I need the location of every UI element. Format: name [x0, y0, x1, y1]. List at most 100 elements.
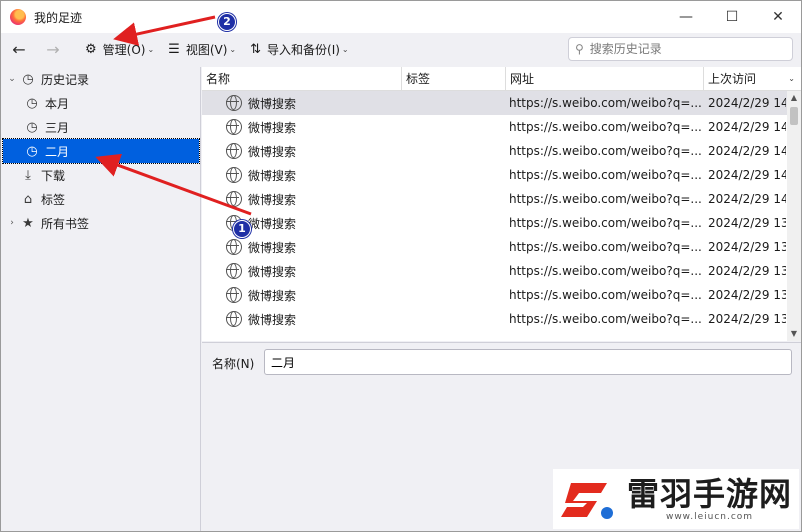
tree-item-label: 下载: [41, 168, 66, 183]
row-url: https://s.weibo.com/weibo?q=...: [509, 216, 702, 230]
globe-icon: [226, 191, 242, 207]
view-menu-label: 视图(V): [185, 42, 228, 57]
search-history-input[interactable]: [589, 42, 780, 56]
twisty-expanded-icon[interactable]: ⌄: [5, 74, 19, 84]
row-name: 微博搜索: [248, 288, 297, 303]
globe-icon: [226, 239, 242, 255]
row-name: 微博搜索: [248, 312, 297, 327]
scrollbar-thumb[interactable]: [790, 107, 798, 125]
row-date: 2024/2/29 13: [708, 312, 786, 326]
gear-icon: ⚙: [85, 41, 97, 57]
search-icon: ⚲: [575, 42, 584, 56]
row-name: 微博搜索: [248, 240, 297, 255]
row-date: 2024/2/29 14: [708, 144, 786, 158]
arrow-left-icon: ←: [12, 39, 26, 59]
tree-item-this-month[interactable]: ◷ 本月: [23, 91, 199, 115]
library-window: 我的足迹 — ☐ ✕ ← → ⚙ 管理(O) ⌄ ☰ 视图(V) ⌄ ⇅ 导入和…: [0, 0, 802, 532]
download-icon: ⤓: [25, 167, 31, 183]
back-button[interactable]: ←: [9, 37, 29, 61]
tag-icon: ⌂: [23, 191, 33, 207]
row-url: https://s.weibo.com/weibo?q=...: [509, 168, 702, 182]
column-header-tags[interactable]: 标签: [402, 67, 506, 91]
minimize-button[interactable]: —: [663, 1, 709, 33]
chevron-down-icon: ⌄: [341, 44, 349, 54]
tree-item-label: 所有书签: [41, 216, 90, 231]
sort-descending-icon: ⌄: [788, 74, 795, 83]
table-row[interactable]: 微博搜索 https://s.weibo.com/weibo?q=... 202…: [202, 235, 787, 259]
import-backup-label: 导入和备份(I): [267, 42, 340, 57]
column-header-name[interactable]: 名称: [202, 67, 402, 91]
table-row[interactable]: 微博搜索 https://s.weibo.com/weibo?q=... 202…: [202, 307, 787, 331]
row-name: 微博搜索: [248, 120, 297, 135]
row-name: 微博搜索: [248, 144, 297, 159]
row-url: https://s.weibo.com/weibo?q=...: [509, 96, 702, 110]
list-icon: ☰: [168, 41, 180, 57]
row-url: https://s.weibo.com/weibo?q=...: [509, 240, 702, 254]
row-date: 2024/2/29 13: [708, 240, 786, 254]
row-url: https://s.weibo.com/weibo?q=...: [509, 312, 702, 326]
clock-icon: ◷: [26, 119, 38, 135]
row-date: 2024/2/29 14: [708, 120, 786, 134]
forward-button[interactable]: →: [43, 37, 63, 61]
table-row[interactable]: 微博搜索 https://s.weibo.com/weibo?q=... 202…: [202, 211, 787, 235]
chevron-down-icon: ⌄: [147, 44, 155, 54]
row-name: 微博搜索: [248, 192, 297, 207]
close-button[interactable]: ✕: [755, 1, 801, 33]
tree-item-tags[interactable]: ⌂ 标签: [19, 187, 199, 211]
tree-item-label: 本月: [45, 96, 70, 111]
search-history-box[interactable]: ⚲: [568, 37, 793, 61]
row-url: https://s.weibo.com/weibo?q=...: [509, 264, 702, 278]
annotation-badge-1: 1: [233, 220, 251, 238]
clock-icon: ◷: [26, 95, 38, 111]
watermark-url: www.leiucn.com: [665, 512, 754, 522]
row-date: 2024/2/29 13: [708, 288, 786, 302]
clock-icon: ◷: [26, 143, 38, 159]
row-name: 微博搜索: [248, 96, 297, 111]
globe-icon: [226, 287, 242, 303]
tree-item-history[interactable]: ⌄ ◷ 历史记录: [5, 67, 199, 91]
name-field-label: 名称(N): [212, 357, 255, 371]
toolbar: ← → ⚙ 管理(O) ⌄ ☰ 视图(V) ⌄ ⇅ 导入和备份(I) ⌄ ⚲: [1, 33, 801, 65]
row-date: 2024/2/29 13: [708, 264, 786, 278]
chevron-down-icon: ⌄: [229, 44, 237, 54]
import-backup-menu-button[interactable]: ⇅ 导入和备份(I) ⌄: [250, 37, 349, 61]
watermark: 雷羽手游网 www.leiucn.com: [553, 469, 799, 529]
column-header-url[interactable]: 网址: [506, 67, 704, 91]
table-row[interactable]: 微博搜索 https://s.weibo.com/weibo?q=... 202…: [202, 115, 787, 139]
tree-item-downloads[interactable]: ⤓ 下载: [19, 163, 199, 187]
twisty-collapsed-icon[interactable]: ›: [5, 218, 19, 228]
scroll-up-icon[interactable]: ▲: [787, 91, 801, 105]
arrow-right-icon: →: [46, 39, 60, 59]
star-icon: ★: [22, 215, 34, 231]
tree-item-label: 二月: [45, 144, 70, 159]
name-field[interactable]: [264, 349, 792, 375]
scroll-down-icon[interactable]: ▼: [787, 327, 801, 341]
table-row[interactable]: 微博搜索 https://s.weibo.com/weibo?q=... 202…: [202, 259, 787, 283]
row-date: 2024/2/29 13: [708, 216, 786, 230]
globe-icon: [226, 311, 242, 327]
manage-menu-button[interactable]: ⚙ 管理(O) ⌄: [85, 37, 154, 61]
table-row[interactable]: 微博搜索 https://s.weibo.com/weibo?q=... 202…: [202, 187, 787, 211]
table-row[interactable]: 微博搜索 https://s.weibo.com/weibo?q=... 202…: [202, 139, 787, 163]
view-menu-button[interactable]: ☰ 视图(V) ⌄: [168, 37, 236, 61]
watermark-name: 雷羽手游网: [627, 475, 793, 513]
table-row[interactable]: 微博搜索 https://s.weibo.com/weibo?q=... 202…: [202, 91, 787, 115]
tree-item-march[interactable]: ◷ 三月: [23, 115, 199, 139]
maximize-button[interactable]: ☐: [709, 1, 755, 33]
firefox-icon: [10, 9, 26, 25]
tree-item-all-bookmarks[interactable]: › ★ 所有书签: [5, 211, 199, 235]
tree-item-label: 历史记录: [41, 72, 90, 87]
annotation-badge-2: 2: [218, 13, 236, 31]
globe-icon: [226, 263, 242, 279]
table-scrollbar[interactable]: ▲ ▼: [787, 91, 801, 341]
table-row[interactable]: 微博搜索 https://s.weibo.com/weibo?q=... 202…: [202, 283, 787, 307]
history-table: 名称 标签 网址 上次访问 ⌄ 微博搜索 https://s.weibo.com…: [202, 67, 801, 341]
row-name: 微博搜索: [248, 216, 297, 231]
manage-menu-label: 管理(O): [102, 42, 146, 57]
title-bar: 我的足迹 — ☐ ✕: [1, 1, 801, 33]
window-controls: — ☐ ✕: [663, 1, 801, 33]
column-header-last-visit[interactable]: 上次访问 ⌄: [704, 67, 801, 91]
watermark-logo-icon: [557, 473, 619, 525]
tree-item-february[interactable]: ◷ 二月: [2, 138, 200, 164]
table-row[interactable]: 微博搜索 https://s.weibo.com/weibo?q=... 202…: [202, 163, 787, 187]
